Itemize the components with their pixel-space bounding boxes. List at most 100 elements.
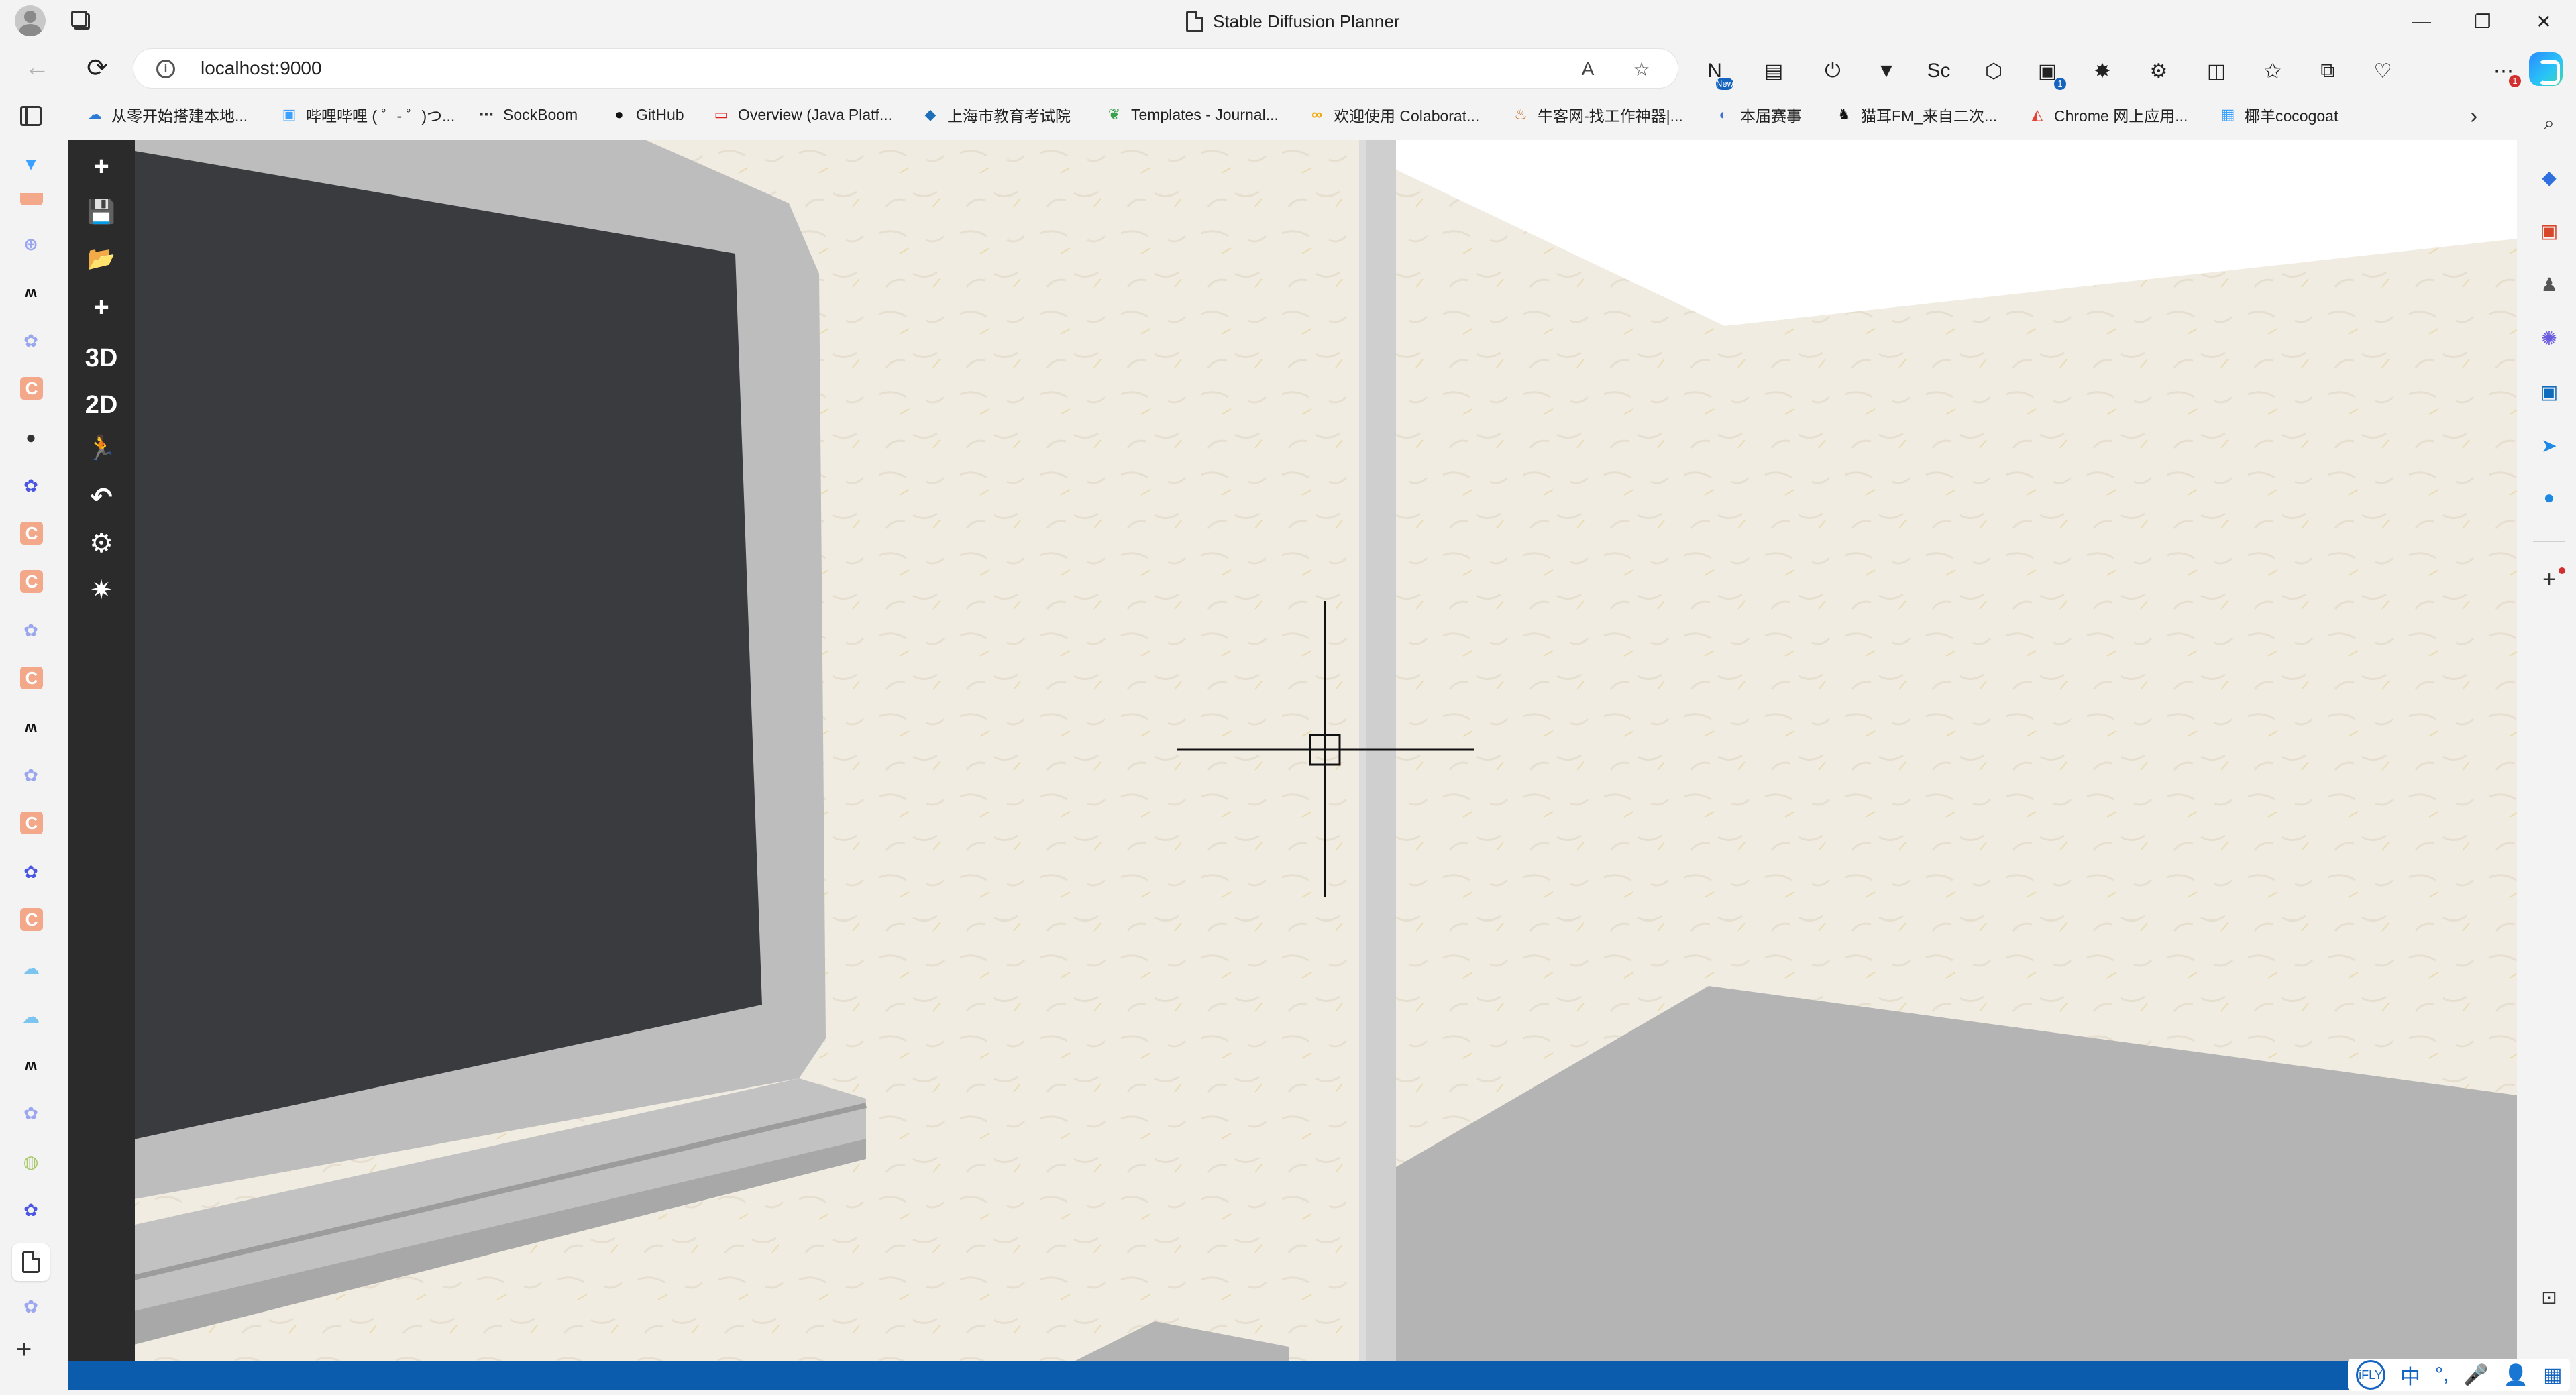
vertical-tabs-icon[interactable] xyxy=(20,106,42,126)
planner-viewport[interactable]: + 💾 📂 + 3D 2D 🏃 ↶ ⚙ ✷ xyxy=(68,140,2517,1361)
vertical-tab-paw-icon[interactable]: ✿ xyxy=(17,1100,44,1127)
vertical-tab-c-icon[interactable]: C xyxy=(20,377,43,400)
vertical-tab-github-icon[interactable]: ● xyxy=(17,424,44,451)
bookmark-item[interactable]: ▣ 哔哩哔哩 ( ゜- ゜)つ... xyxy=(279,103,455,127)
new-badge-icon[interactable]: N New xyxy=(1700,56,1733,90)
maximize-button[interactable]: ❐ xyxy=(2459,4,2506,39)
bookmark-item[interactable]: ▭ Overview (Java Platf... xyxy=(711,103,892,127)
bookmark-item[interactable]: ● GitHub xyxy=(609,103,684,127)
vertical-tab-active-page-icon[interactable] xyxy=(12,1243,50,1281)
power-icon[interactable]: ⏻ xyxy=(1818,56,1847,86)
minimize-button[interactable]: — xyxy=(2398,4,2445,39)
vertical-tab-paw-icon[interactable]: ✿ xyxy=(17,1293,44,1320)
sc-icon[interactable]: Sc xyxy=(1924,56,1953,86)
vertical-tab-globe-icon[interactable]: ⊕ xyxy=(17,231,44,258)
vertical-tab-cloud-icon[interactable]: ☁ xyxy=(17,955,44,982)
new-project-button[interactable]: + xyxy=(80,148,123,185)
bookmark-item[interactable]: ◆ 上海市教育考试院 xyxy=(920,103,1071,127)
undo-button[interactable]: ↶ xyxy=(80,479,123,516)
telegram-icon[interactable]: ➤ xyxy=(2536,432,2563,459)
save-button[interactable]: 💾 xyxy=(80,193,123,231)
collections-icon[interactable]: ⧉ xyxy=(2313,56,2343,86)
ime-toolbar: iFLY 中 °, 🎤 👤 ▦ xyxy=(2348,1359,2571,1391)
vpn-icon[interactable]: ▼ xyxy=(1872,56,1901,86)
vertical-tab-c-icon[interactable]: C xyxy=(20,908,43,931)
box-icon[interactable]: ⬡ xyxy=(1979,56,2008,86)
url-text[interactable]: localhost:9000 xyxy=(201,58,322,79)
render-aperture-button[interactable]: ✷ xyxy=(80,571,123,609)
read-aloud-icon[interactable]: A xyxy=(1574,56,1601,82)
settings-button[interactable]: ⚙ xyxy=(80,524,123,562)
vertical-tab-paw-icon[interactable]: ✿ xyxy=(17,858,44,885)
new-tab-plus-icon[interactable]: + xyxy=(16,1335,32,1365)
favorite-star-icon[interactable]: ☆ xyxy=(1628,56,1655,82)
vertical-tab-paw-icon[interactable]: ✿ xyxy=(17,472,44,499)
outlook-icon[interactable]: ▣ xyxy=(2536,378,2563,405)
bookmark-item[interactable]: ∞ 欢迎使用 Colaborat... xyxy=(1307,103,1479,127)
bookmark-item[interactable]: ▦ 椰羊cocogoat xyxy=(2218,103,2339,127)
open-folder-button[interactable]: 📂 xyxy=(80,240,123,278)
bookmark-item[interactable]: ◭ Chrome 网上应用... xyxy=(2027,103,2188,127)
view-3d-button[interactable]: 3D xyxy=(80,339,123,377)
ime-language-toggle[interactable]: 中 xyxy=(2400,1360,2420,1390)
reading-icon[interactable]: ▤ xyxy=(1759,56,1788,86)
bookmark-item[interactable]: ❦ Templates - Journal... xyxy=(1104,103,1279,127)
vertical-tab-paw-icon[interactable]: ✿ xyxy=(17,1196,44,1223)
address-bar[interactable]: i localhost:9000 A ☆ xyxy=(133,48,1678,89)
ime-user-icon[interactable]: 👤 xyxy=(2504,1363,2528,1387)
add-item-button[interactable]: + xyxy=(80,288,123,326)
vertical-tab-bat-icon[interactable]: ʍ xyxy=(17,714,44,740)
view-2d-button[interactable]: 2D xyxy=(80,386,123,424)
ime-apps-icon[interactable]: ▦ xyxy=(2543,1363,2562,1387)
refresh-button[interactable]: ⟳ xyxy=(79,50,115,86)
3d-scene[interactable] xyxy=(68,140,2517,1361)
back-button[interactable]: ← xyxy=(19,50,55,86)
title-bar: Stable Diffusion Planner — ❐ ✕ xyxy=(0,0,2576,43)
more-icon[interactable]: ⋯ 1 xyxy=(2489,56,2521,87)
vertical-tab-paw-icon[interactable]: ✿ xyxy=(17,762,44,789)
vertical-tab-c-icon[interactable]: C xyxy=(20,570,43,593)
bookmark-item[interactable]: ☁ 从零开始搭建本地... xyxy=(85,103,248,127)
vertical-tab-cloud-icon[interactable]: ☁ xyxy=(17,1003,44,1030)
extensions-icon[interactable]: ⚙ xyxy=(2144,56,2174,86)
favorites-icon[interactable]: ✩ xyxy=(2258,56,2288,86)
copilot-icon[interactable] xyxy=(2529,52,2563,86)
bookmark-item[interactable]: ♨ 牛客网-找工作神器|... xyxy=(1511,103,1683,127)
bookmark-label: 哔哩哔哩 ( ゜- ゜)つ... xyxy=(306,107,455,125)
bookmark-item[interactable]: ⋯ SockBoom xyxy=(476,103,578,127)
bookmarks-more-chevron-icon[interactable]: › xyxy=(2470,103,2477,129)
vertical-tab-paw-icon[interactable]: ✿ xyxy=(17,617,44,644)
bookmark-item[interactable]: ◐ 本届赛事 xyxy=(1713,103,1802,127)
terminal-icon[interactable]: ▣ 1 xyxy=(2033,56,2066,90)
close-button[interactable]: ✕ xyxy=(2520,4,2567,39)
bookmark-item[interactable]: ♞ 猫耳FM_来自二次... xyxy=(1834,103,1997,127)
profile-avatar[interactable] xyxy=(15,5,46,36)
bookmark-favicon-icon: ▦ xyxy=(2220,106,2235,123)
vertical-tab-c-icon[interactable]: C xyxy=(20,667,43,689)
copilot-m365-icon[interactable]: ✺ xyxy=(2536,325,2563,351)
vertical-tab-paw-icon[interactable]: ✿ xyxy=(17,327,44,354)
bookmark-favicon-icon: ◭ xyxy=(2031,106,2043,123)
vertical-tab-bat-icon[interactable]: ʍ xyxy=(17,279,44,306)
vertical-tab-c-icon[interactable]: C xyxy=(20,812,43,834)
vertical-tab-bat-icon[interactable]: ʍ xyxy=(17,1052,44,1078)
ime-mic-icon[interactable]: 🎤 xyxy=(2463,1363,2488,1387)
game-icon[interactable]: ✸ xyxy=(2088,56,2117,86)
skype-icon[interactable]: ● xyxy=(2536,484,2563,511)
ime-punctuation-icon[interactable]: °, xyxy=(2435,1363,2449,1386)
games-icon[interactable]: ♟ xyxy=(2536,271,2563,298)
shopping-tag-icon[interactable]: ◆ xyxy=(2536,164,2563,190)
walk-mode-button[interactable]: 🏃 xyxy=(80,429,123,467)
search-icon[interactable]: ⌕ xyxy=(2536,110,2563,137)
health-icon[interactable]: ♡ xyxy=(2368,56,2398,86)
vertical-tab-circle-icon[interactable]: ◍ xyxy=(17,1148,44,1175)
screenshot-icon[interactable]: ⊡ xyxy=(2536,1284,2563,1310)
tools-icon[interactable]: ▣ xyxy=(2536,217,2563,244)
vertical-tab-vpn-icon[interactable]: ▾ xyxy=(17,150,44,177)
vertical-tab-c-icon[interactable] xyxy=(20,193,43,205)
tab-actions-icon[interactable] xyxy=(71,11,91,31)
site-info-icon[interactable]: i xyxy=(156,60,175,78)
vertical-tab-c-icon[interactable]: C xyxy=(20,522,43,545)
ime-logo-icon[interactable]: iFLY xyxy=(2356,1360,2385,1390)
split-screen-icon[interactable]: ◫ xyxy=(2202,56,2231,86)
